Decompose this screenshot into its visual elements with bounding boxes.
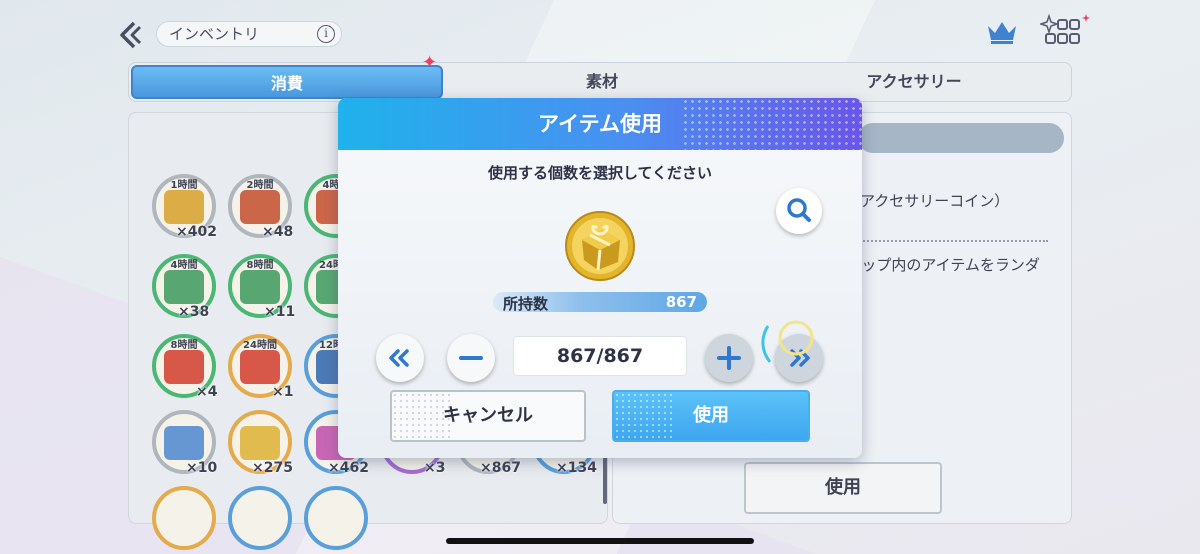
magnify-button[interactable] bbox=[776, 188, 822, 234]
increase-quantity-button[interactable] bbox=[705, 334, 753, 382]
dialog-prompt: 使用する個数を選択してください bbox=[487, 164, 713, 182]
cancel-button[interactable]: キャンセル bbox=[390, 390, 586, 442]
home-indicator[interactable] bbox=[446, 538, 754, 544]
use-label: 使用 bbox=[693, 405, 729, 426]
minus-icon bbox=[459, 356, 483, 360]
button-pattern bbox=[614, 392, 674, 440]
button-pattern bbox=[392, 392, 452, 440]
decrease-quantity-button[interactable] bbox=[447, 334, 495, 382]
owned-label: 所持数 bbox=[503, 295, 549, 313]
plus-icon bbox=[717, 346, 741, 370]
dialog-title: アイテム使用 bbox=[538, 112, 662, 136]
min-quantity-button[interactable] bbox=[376, 334, 424, 382]
double-chevron-left-icon bbox=[389, 349, 409, 367]
tap-effect-icon bbox=[761, 320, 814, 363]
cancel-label: キャンセル bbox=[443, 405, 533, 426]
owned-count-bar: 所持数 867 bbox=[493, 292, 707, 313]
dialog-header: アイテム使用 bbox=[338, 98, 862, 150]
use-button[interactable]: 使用 bbox=[612, 390, 810, 442]
item-use-dialog: アイテム使用 使用する個数を選択してください 所持数 867 867/867 キ… bbox=[338, 98, 862, 458]
quantity-display: 867/867 bbox=[513, 336, 687, 376]
gift-box-icon bbox=[564, 210, 636, 282]
magnifier-icon bbox=[787, 198, 811, 222]
owned-value: 867 bbox=[665, 293, 697, 311]
